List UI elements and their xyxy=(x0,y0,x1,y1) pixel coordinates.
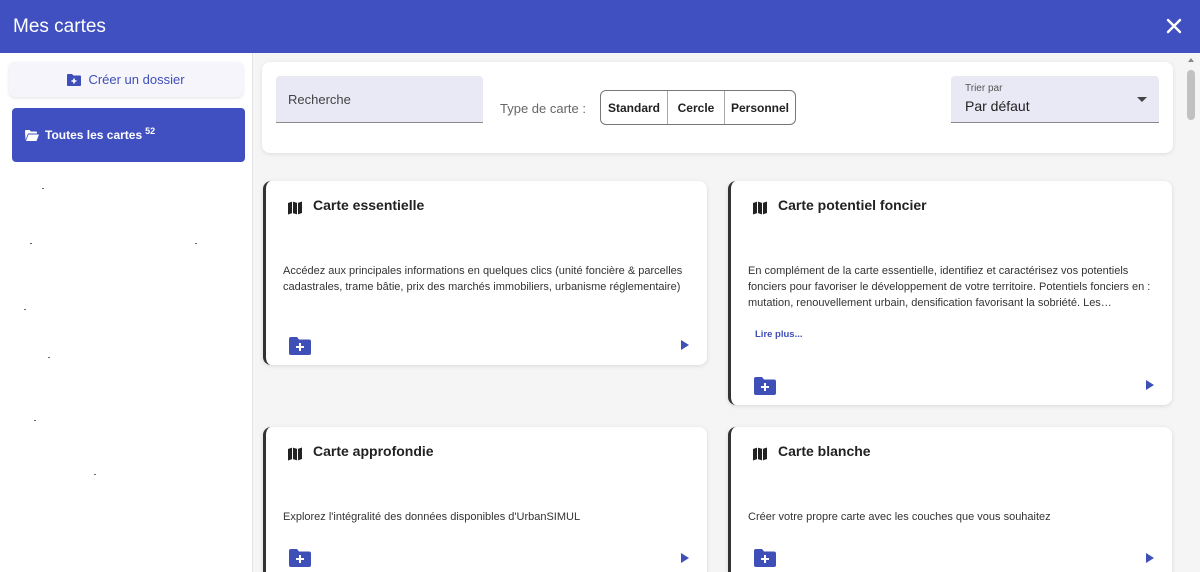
folder-open-icon xyxy=(25,129,39,141)
filter-bar: Type de carte : Standard Cercle Personne… xyxy=(262,62,1173,153)
sort-value: Par défaut xyxy=(965,98,1030,114)
artifact-dot xyxy=(34,420,36,421)
all-cards-label: Toutes les cartes xyxy=(45,128,143,142)
map-card-approfondie[interactable]: Carte approfondie Explorez l'intégralité… xyxy=(263,427,707,572)
card-description: Explorez l'intégralité des données dispo… xyxy=(283,511,581,523)
card-title: Carte essentielle xyxy=(313,197,425,213)
type-option-standard[interactable]: Standard xyxy=(601,91,668,124)
map-icon xyxy=(753,447,767,461)
add-to-folder-icon[interactable] xyxy=(289,337,311,355)
search-input[interactable] xyxy=(276,76,483,123)
sort-select[interactable]: Trier par Par défaut xyxy=(951,76,1159,123)
sidebar: Créer un dossier Toutes les cartes 52 xyxy=(0,53,253,572)
play-icon[interactable] xyxy=(1146,553,1154,563)
sort-label: Trier par xyxy=(965,83,1003,94)
map-icon xyxy=(288,201,302,215)
artifact-dot xyxy=(24,309,26,310)
all-cards-count: 52 xyxy=(145,126,156,136)
map-type-toggle: Standard Cercle Personnel xyxy=(600,90,796,125)
create-folder-button[interactable]: Créer un dossier xyxy=(9,62,243,97)
play-icon[interactable] xyxy=(1146,380,1154,390)
map-card-potentiel-foncier[interactable]: Carte potentiel foncier En complément de… xyxy=(728,181,1172,405)
card-title: Carte approfondie xyxy=(313,443,434,459)
create-folder-label: Créer un dossier xyxy=(88,72,185,87)
map-card-blanche[interactable]: Carte blanche Créer votre propre carte a… xyxy=(728,427,1172,572)
card-title: Carte potentiel foncier xyxy=(778,197,927,213)
page-title: Mes cartes xyxy=(13,15,106,37)
sidebar-item-all-cards[interactable]: Toutes les cartes 52 xyxy=(12,108,245,162)
add-to-folder-icon[interactable] xyxy=(754,377,776,395)
type-option-personnel[interactable]: Personnel xyxy=(725,91,795,124)
map-icon xyxy=(288,447,302,461)
close-icon[interactable] xyxy=(1164,16,1184,36)
play-icon[interactable] xyxy=(681,340,689,350)
artifact-dot xyxy=(195,243,197,244)
type-option-cercle[interactable]: Cercle xyxy=(668,91,725,124)
scrollbar-thumb[interactable] xyxy=(1187,70,1195,120)
card-description: Accédez aux principales informations en … xyxy=(283,265,683,293)
main-content: Type de carte : Standard Cercle Personne… xyxy=(253,53,1200,572)
chevron-down-icon xyxy=(1137,97,1147,102)
artifact-dot xyxy=(30,243,32,244)
card-title: Carte blanche xyxy=(778,443,871,459)
map-card-essentielle[interactable]: Carte essentielle Accédez aux principale… xyxy=(263,181,707,365)
scroll-up-arrow[interactable] xyxy=(1188,58,1194,62)
add-to-folder-icon[interactable] xyxy=(289,549,311,567)
play-icon[interactable] xyxy=(681,553,689,563)
card-description: En complément de la carte essentielle, i… xyxy=(748,265,1151,309)
top-bar: Mes cartes xyxy=(0,0,1200,53)
card-description: Créer votre propre carte avec les couche… xyxy=(748,511,1051,523)
artifact-dot xyxy=(94,474,96,475)
add-to-folder-icon[interactable] xyxy=(754,549,776,567)
read-more-link[interactable]: Lire plus... xyxy=(755,329,803,340)
artifact-dot xyxy=(42,188,44,189)
map-type-label: Type de carte : xyxy=(500,101,586,116)
folder-add-icon xyxy=(67,73,82,86)
map-icon xyxy=(753,201,767,215)
artifact-dot xyxy=(48,357,50,358)
